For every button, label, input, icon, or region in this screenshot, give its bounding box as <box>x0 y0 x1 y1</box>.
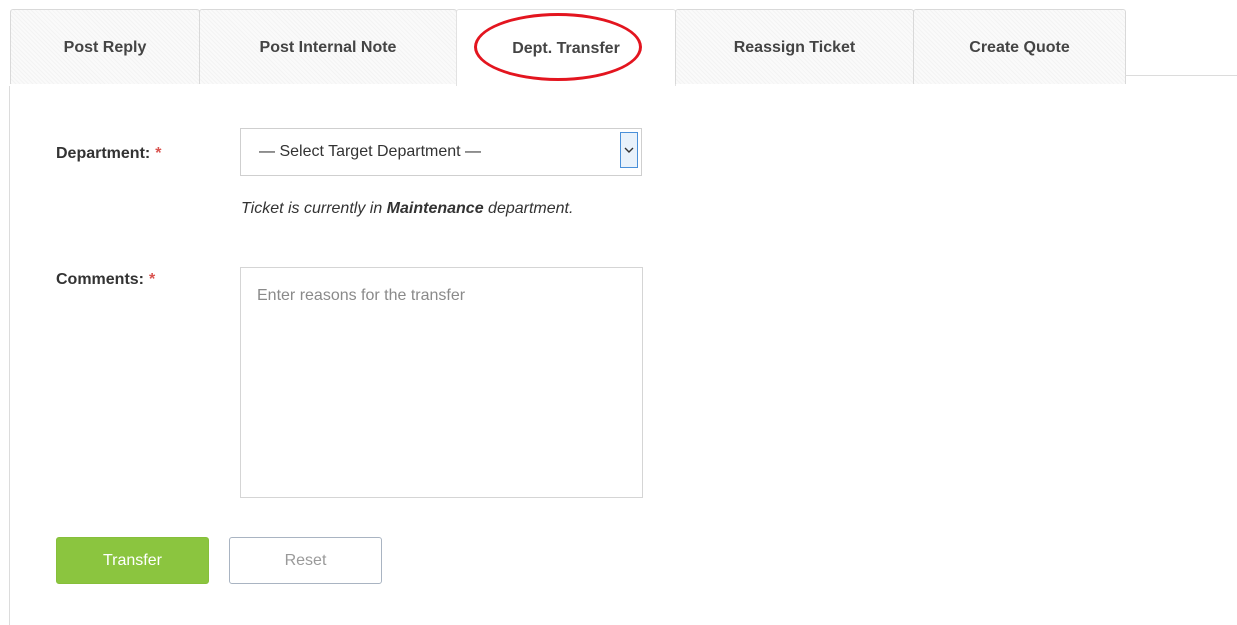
tab-create-quote[interactable]: Create Quote <box>913 9 1126 84</box>
tab-bar: Post Reply Post Internal Note Dept. Tran… <box>10 9 1237 86</box>
department-label: Department: * <box>56 145 161 163</box>
panel-left-border <box>9 86 10 625</box>
comments-label: Comments: * <box>56 271 155 289</box>
reset-button[interactable]: Reset <box>229 537 382 584</box>
chevron-down-icon-glyph <box>624 147 634 153</box>
hint-suffix: department. <box>483 200 574 217</box>
tab-label: Dept. Transfer <box>512 40 620 57</box>
required-marker: * <box>155 145 162 162</box>
department-select-value: — Select Target Department — <box>259 143 482 160</box>
tab-reassign-ticket[interactable]: Reassign Ticket <box>675 9 914 84</box>
tab-post-internal-note[interactable]: Post Internal Note <box>199 9 457 84</box>
hint-prefix: Ticket is currently in <box>241 200 387 217</box>
tab-label: Post Reply <box>63 39 147 56</box>
department-select[interactable]: — Select Target Department — <box>240 128 642 176</box>
tab-label: Create Quote <box>969 39 1070 56</box>
tab-label: Post Internal Note <box>259 39 397 56</box>
comments-label-text: Comments: <box>56 271 145 288</box>
current-department-hint: Ticket is currently in Maintenance depar… <box>241 200 573 218</box>
department-label-text: Department: <box>56 145 151 162</box>
tab-baseline-divider <box>1125 75 1237 76</box>
required-marker: * <box>149 271 156 288</box>
transfer-button[interactable]: Transfer <box>56 537 209 584</box>
tab-dept-transfer[interactable]: Dept. Transfer <box>456 9 676 86</box>
tab-post-reply[interactable]: Post Reply <box>10 9 200 84</box>
tab-label: Reassign Ticket <box>733 39 856 56</box>
chevron-down-icon[interactable] <box>620 132 638 168</box>
current-department-name: Maintenance <box>386 200 484 217</box>
comments-textarea[interactable] <box>240 267 643 498</box>
ticket-action-panel: Post Reply Post Internal Note Dept. Tran… <box>0 0 1237 625</box>
